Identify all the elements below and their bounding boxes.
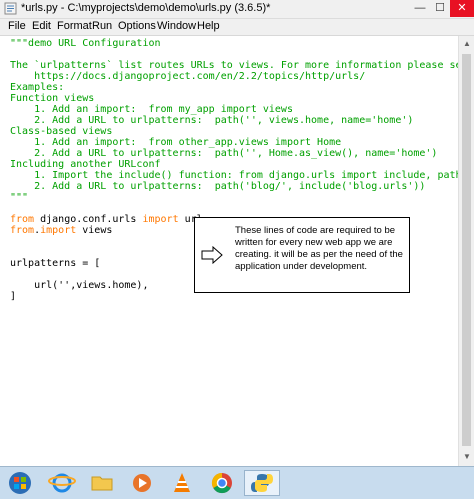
code-line: Examples: bbox=[10, 82, 65, 93]
close-button[interactable]: ✕ bbox=[450, 0, 474, 17]
vertical-scrollbar[interactable]: ▲ ▼ bbox=[458, 36, 474, 466]
keyword-from: from bbox=[10, 214, 35, 225]
import-line: from.import views bbox=[10, 225, 112, 236]
window-title: *urls.py - C:\myprojects\demo\demo\urls.… bbox=[21, 2, 271, 14]
menu-format[interactable]: Format bbox=[57, 20, 92, 32]
url-call-line: url('',views.home), bbox=[10, 280, 149, 291]
scroll-thumb[interactable] bbox=[462, 54, 471, 446]
title-bar: *urls.py - C:\myprojects\demo\demo\urls.… bbox=[0, 0, 474, 19]
code-line: Class-based views bbox=[10, 126, 113, 137]
code-line: Function views bbox=[10, 93, 95, 104]
menu-window[interactable]: Window bbox=[157, 20, 196, 32]
chrome-taskbar-button[interactable] bbox=[204, 470, 240, 496]
chrome-icon bbox=[211, 472, 232, 494]
code-line: 2. Add a URL to urlpatterns: path('blog/… bbox=[10, 181, 426, 192]
urlpatterns-line: urlpatterns = [ bbox=[10, 258, 101, 269]
code-line: https://docs.djangoproject.com/en/2.2/to… bbox=[10, 71, 366, 82]
vlc-taskbar-button[interactable] bbox=[164, 470, 200, 496]
minimize-button[interactable]: — bbox=[410, 0, 430, 17]
menu-run[interactable]: Run bbox=[92, 20, 112, 32]
taskbar bbox=[0, 466, 474, 499]
folder-icon bbox=[91, 476, 113, 491]
menu-bar: File Edit Format Run Options Window Help bbox=[0, 19, 474, 36]
python-icon bbox=[251, 474, 273, 492]
annotation-text: These lines of code are required to be w… bbox=[235, 225, 403, 272]
code-line: 1. Add an import: from my_app import vie… bbox=[10, 104, 293, 115]
keyword-from: from bbox=[10, 225, 35, 236]
internet-explorer-icon bbox=[48, 473, 76, 493]
menu-options[interactable]: Options bbox=[118, 20, 156, 32]
close-bracket-line: ] bbox=[10, 291, 17, 302]
code-line: 1. Add an import: from other_app.views i… bbox=[10, 137, 342, 148]
vlc-cone-icon bbox=[174, 473, 190, 492]
import-line: from django.conf.urls import url bbox=[10, 214, 203, 225]
right-arrow-icon bbox=[201, 246, 223, 264]
code-line: """demo URL Configuration bbox=[10, 38, 161, 49]
code-line: The `urlpatterns` list routes URLs to vi… bbox=[10, 60, 474, 71]
start-button[interactable] bbox=[2, 470, 38, 496]
menu-edit[interactable]: Edit bbox=[32, 20, 51, 32]
scroll-up-icon[interactable]: ▲ bbox=[463, 39, 471, 48]
code-line: 1. Import the include() function: from d… bbox=[10, 170, 462, 181]
module-name: django.conf.urls bbox=[34, 214, 143, 225]
keyword-import: import bbox=[142, 214, 179, 225]
maximize-button[interactable]: ☐ bbox=[430, 0, 450, 17]
code-line: 2. Add a URL to urlpatterns: path('', vi… bbox=[10, 115, 414, 126]
windows-logo-icon bbox=[9, 472, 31, 494]
code-line: Including another URLconf bbox=[10, 159, 161, 170]
file-explorer-taskbar-button[interactable] bbox=[84, 470, 120, 496]
annotation-callout: These lines of code are required to be w… bbox=[194, 217, 410, 293]
keyword-import: import bbox=[40, 225, 77, 236]
menu-file[interactable]: File bbox=[8, 20, 26, 32]
media-player-icon bbox=[133, 474, 151, 492]
code-line: 2. Add a URL to urlpatterns: path('', Ho… bbox=[10, 148, 438, 159]
internet-explorer-taskbar-button[interactable] bbox=[44, 470, 80, 496]
menu-help[interactable]: Help bbox=[197, 20, 220, 32]
scroll-down-icon[interactable]: ▼ bbox=[463, 452, 471, 461]
python-file-icon bbox=[4, 2, 17, 15]
import-target: views bbox=[76, 225, 113, 236]
code-line: """ bbox=[10, 192, 29, 203]
media-player-taskbar-button[interactable] bbox=[124, 470, 160, 496]
python-idle-taskbar-button[interactable] bbox=[244, 470, 280, 496]
